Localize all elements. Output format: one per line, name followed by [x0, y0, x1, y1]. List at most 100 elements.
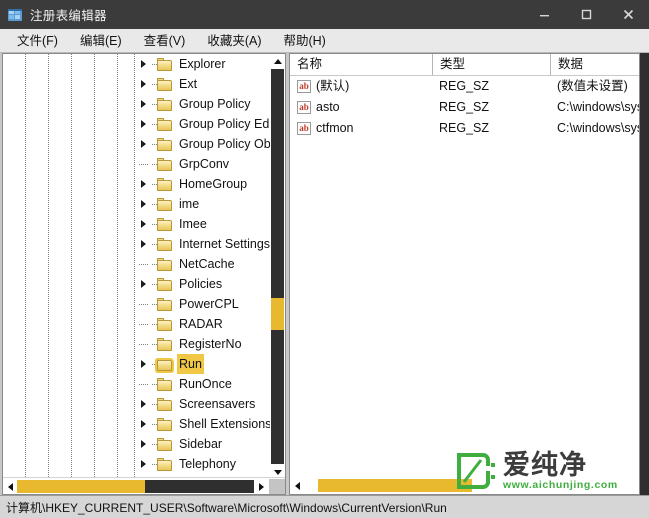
- tree-guide-line: [71, 454, 72, 474]
- tree-guide-line: [25, 414, 26, 434]
- tree-item[interactable]: Shell Extensions: [3, 414, 271, 434]
- tree-item[interactable]: Telephony: [3, 454, 271, 474]
- tree-guide-line: [71, 274, 72, 294]
- tree-item-label: Group Policy Object: [177, 134, 271, 154]
- expand-arrow-icon[interactable]: [139, 174, 152, 194]
- tree-hscroll-thumb[interactable]: [17, 480, 145, 493]
- tree-item[interactable]: RADAR: [3, 314, 271, 334]
- tree-guide-line: [134, 394, 135, 414]
- menu-file[interactable]: 文件(F): [8, 31, 67, 51]
- expand-arrow-icon[interactable]: [139, 94, 152, 114]
- menu-edit[interactable]: 编辑(E): [71, 31, 131, 51]
- value-row[interactable]: ctfmonREG_SZC:\windows\sys: [290, 118, 647, 139]
- tree-item[interactable]: Policies: [3, 274, 271, 294]
- tree-guide-line: [134, 354, 135, 374]
- column-header-name[interactable]: 名称: [290, 54, 432, 75]
- tree-guide-line: [71, 234, 72, 254]
- folder-icon: [157, 138, 172, 151]
- tree-indent: [3, 394, 139, 414]
- tree-item[interactable]: Group Policy: [3, 94, 271, 114]
- expand-arrow-icon[interactable]: [139, 434, 152, 454]
- value-data-cell: (数值未设置): [557, 76, 647, 97]
- content-panes: ExplorerExtGroup PolicyGroup Policy Edit…: [0, 53, 649, 495]
- menu-help[interactable]: 帮助(H): [274, 31, 334, 51]
- expand-arrow-icon[interactable]: [139, 454, 152, 474]
- tree-guide-line: [94, 354, 95, 374]
- tree-item[interactable]: RegisterNo: [3, 334, 271, 354]
- tree-guide-line: [48, 94, 49, 114]
- tree-guide-line: [94, 154, 95, 174]
- tree-item[interactable]: Screensavers: [3, 394, 271, 414]
- tree-vscroll-track[interactable]: [271, 69, 284, 464]
- value-horizontal-scrollbar[interactable]: [290, 477, 647, 494]
- tree-indent: [3, 74, 139, 94]
- registry-value-pane[interactable]: 名称 类型 数据 (默认)REG_SZ(数值未设置)astoREG_SZC:\w…: [289, 53, 647, 495]
- scroll-left-arrow-icon[interactable]: [3, 480, 17, 493]
- tree-item[interactable]: Group Policy Editor: [3, 114, 271, 134]
- expand-arrow-icon[interactable]: [139, 414, 152, 434]
- tree-item[interactable]: Imee: [3, 214, 271, 234]
- tree-item[interactable]: NetCache: [3, 254, 271, 274]
- tree-item[interactable]: RunOnce: [3, 374, 271, 394]
- tree-guide-line: [134, 434, 135, 454]
- scroll-right-arrow-icon[interactable]: [254, 480, 268, 493]
- expand-arrow-icon[interactable]: [139, 74, 152, 94]
- value-row[interactable]: astoREG_SZC:\windows\sys: [290, 97, 647, 118]
- registry-path-text: 计算机\HKEY_CURRENT_USER\Software\Microsoft…: [0, 499, 447, 516]
- registry-editor-window: 注册表编辑器 文件(F) 编辑(E) 查看(V) 收藏夹(A): [0, 0, 649, 518]
- tree-guide-line: [117, 194, 118, 214]
- tree-item[interactable]: Sidebar: [3, 434, 271, 454]
- tree-guide-line: [71, 434, 72, 454]
- expand-arrow-icon[interactable]: [139, 394, 152, 414]
- tree-item[interactable]: Internet Settings: [3, 234, 271, 254]
- maximize-button[interactable]: [565, 0, 607, 29]
- tree-guide-line: [25, 294, 26, 314]
- close-button[interactable]: [607, 0, 649, 29]
- registry-tree-pane[interactable]: ExplorerExtGroup PolicyGroup Policy Edit…: [2, 53, 286, 495]
- expand-arrow-icon[interactable]: [139, 234, 152, 254]
- menu-favorites[interactable]: 收藏夹(A): [198, 31, 270, 51]
- menu-view[interactable]: 查看(V): [135, 31, 195, 51]
- tree-guide-line: [71, 154, 72, 174]
- expand-arrow-icon[interactable]: [139, 354, 152, 374]
- expand-arrow-icon[interactable]: [139, 274, 152, 294]
- tree-guide-line: [48, 214, 49, 234]
- column-header-data[interactable]: 数据: [550, 54, 647, 75]
- tree-horizontal-scrollbar[interactable]: [3, 477, 285, 494]
- minimize-button[interactable]: [523, 0, 565, 29]
- value-hscroll-thumb[interactable]: [318, 479, 472, 492]
- tree-item[interactable]: GrpConv: [3, 154, 271, 174]
- value-vertical-scrollbar[interactable]: [639, 53, 649, 495]
- tree-guide-line: [117, 314, 118, 334]
- expand-arrow-icon[interactable]: [139, 54, 152, 74]
- tree-item[interactable]: HomeGroup: [3, 174, 271, 194]
- tree-guide-line: [117, 54, 118, 74]
- tree-item[interactable]: Explorer: [3, 54, 271, 74]
- tree-guide-line: [25, 354, 26, 374]
- tree-item[interactable]: ime: [3, 194, 271, 214]
- tree-guide-line: [48, 294, 49, 314]
- tree-vertical-scrollbar[interactable]: [270, 54, 285, 479]
- value-scroll-left-arrow-icon[interactable]: [290, 479, 304, 492]
- tree-guide-line: [48, 254, 49, 274]
- column-header-type[interactable]: 类型: [432, 54, 550, 75]
- scroll-up-arrow-icon[interactable]: [271, 54, 284, 68]
- value-row[interactable]: (默认)REG_SZ(数值未设置): [290, 76, 647, 97]
- tree-guide-line: [48, 234, 49, 254]
- expand-arrow-icon[interactable]: [139, 134, 152, 154]
- tree-leaf-connector-icon: [139, 314, 152, 334]
- tree-indent: [3, 174, 139, 194]
- tree-item[interactable]: PowerCPL: [3, 294, 271, 314]
- expand-arrow-icon[interactable]: [139, 214, 152, 234]
- tree-item[interactable]: Run: [3, 354, 271, 374]
- tree-guide-line: [94, 174, 95, 194]
- tree-vscroll-thumb[interactable]: [271, 298, 284, 330]
- tree-item[interactable]: Ext: [3, 74, 271, 94]
- tree-guide-line: [134, 194, 135, 214]
- expand-arrow-icon[interactable]: [139, 114, 152, 134]
- title-bar[interactable]: 注册表编辑器: [0, 0, 649, 29]
- tree-indent: [3, 194, 139, 214]
- tree-item[interactable]: Group Policy Object: [3, 134, 271, 154]
- tree-guide-line: [48, 194, 49, 214]
- expand-arrow-icon[interactable]: [139, 194, 152, 214]
